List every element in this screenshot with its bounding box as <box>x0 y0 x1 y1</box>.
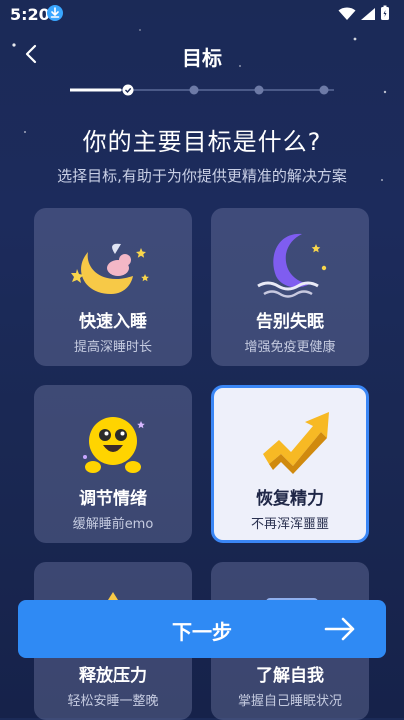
step-2-dot <box>189 85 199 95</box>
step-1-dot <box>122 84 134 96</box>
goal-subtitle: 增强免疫更健康 <box>244 340 336 355</box>
goal-subtitle: 缓解睡前emo <box>72 517 154 532</box>
goal-subtitle: 轻松安睡一整晚 <box>67 694 159 709</box>
question-subheading: 选择目标,有助于为你提供更精准的解决方案 <box>57 167 347 185</box>
goal-title: 快速入睡 <box>79 312 147 332</box>
goal-subtitle: 提高深睡时长 <box>73 340 152 355</box>
status-time: 5:20 <box>10 5 50 24</box>
goal-title: 了解自我 <box>256 666 324 686</box>
goal-card-insomnia[interactable]: 告别失眠 增强免疫更健康 <box>211 208 369 366</box>
step-progress <box>70 84 334 96</box>
step-3-dot <box>254 85 264 95</box>
page-title: 目标 <box>182 46 222 70</box>
battery-icon <box>380 5 390 25</box>
next-button[interactable]: 下一步 <box>18 600 386 658</box>
signal-icon <box>360 6 376 25</box>
nav-bar: 目标 <box>0 34 404 74</box>
goal-title: 释放压力 <box>79 666 147 686</box>
goal-card-energy[interactable]: 恢复精力 不再浑浑噩噩 <box>211 385 369 543</box>
goal-card-emotion[interactable]: 调节情绪 缓解睡前emo <box>34 385 192 543</box>
crescent-moon-waves-icon <box>257 233 327 298</box>
step-4-dot <box>319 85 329 95</box>
status-bar: 5:20 <box>0 0 404 28</box>
download-icon <box>47 5 63 21</box>
wifi-icon <box>338 6 356 25</box>
goal-card-fall-asleep[interactable]: 快速入睡 提高深睡时长 <box>34 208 192 366</box>
up-arrow-icon <box>263 412 329 474</box>
happy-face-icon <box>83 417 145 473</box>
arrow-right-icon <box>324 617 355 641</box>
goal-title: 告别失眠 <box>256 312 324 332</box>
goal-subtitle: 掌握自己睡眠状况 <box>237 694 342 709</box>
goal-title: 调节情绪 <box>79 489 147 509</box>
moon-with-dreamer-icon <box>71 243 149 294</box>
goal-subtitle: 不再浑浑噩噩 <box>250 517 329 532</box>
goal-title: 恢复精力 <box>256 489 324 509</box>
question-heading: 你的主要目标是什么? <box>82 128 322 156</box>
